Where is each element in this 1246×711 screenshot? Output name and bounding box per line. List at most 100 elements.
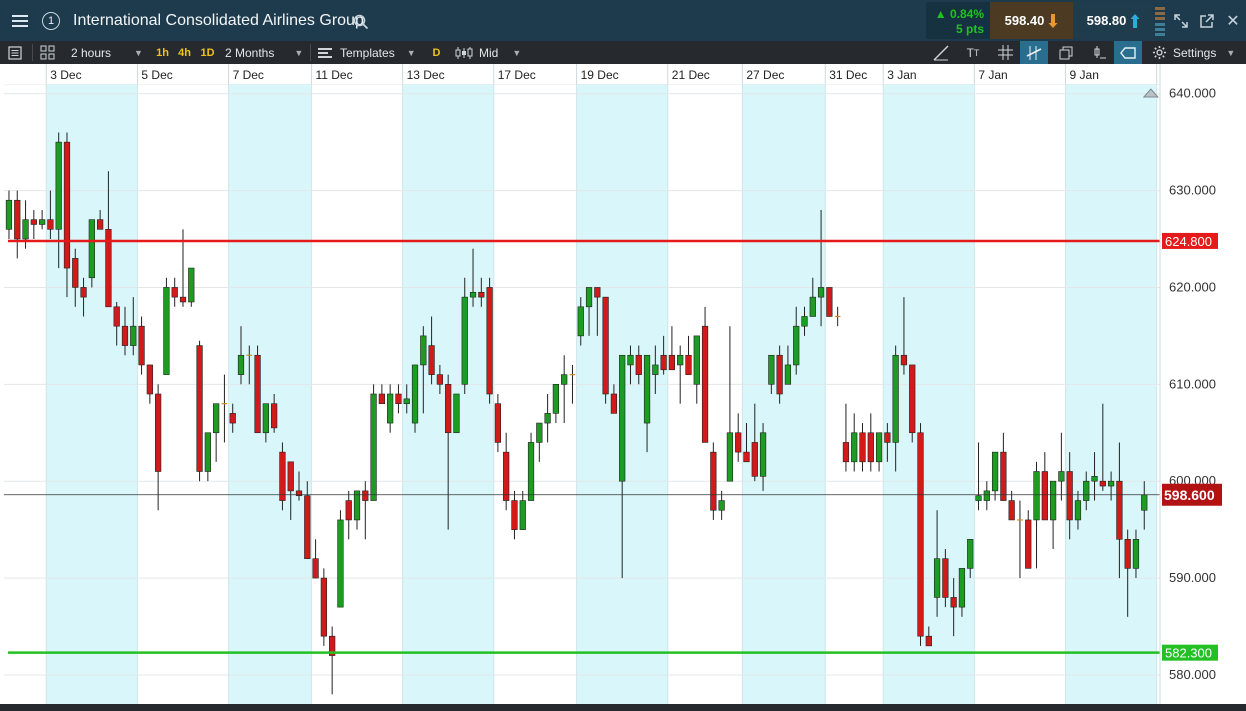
candle-body <box>345 500 352 521</box>
candle-body <box>875 432 883 463</box>
drawing-tool-icon[interactable] <box>1020 41 1048 64</box>
candle-body <box>900 354 908 366</box>
candle-body <box>97 219 104 230</box>
candle-body <box>867 432 874 463</box>
layers-icon[interactable] <box>1055 41 1077 64</box>
candle-body <box>88 219 95 279</box>
toolbar-divider <box>32 44 33 61</box>
candle-body <box>146 364 153 395</box>
candle-body <box>677 354 684 366</box>
candle-body <box>701 325 709 443</box>
candle-body <box>121 325 129 346</box>
candle-body <box>735 432 742 453</box>
candle-body <box>884 432 891 443</box>
market-depth-icon[interactable] <box>1153 0 1167 41</box>
list-view-icon[interactable] <box>8 41 22 64</box>
buy-price-button[interactable]: 598.80 <box>1074 2 1153 39</box>
candle-body <box>817 287 825 298</box>
candle-body <box>942 558 949 598</box>
candle-body <box>1083 480 1090 501</box>
layout-grid-icon[interactable] <box>40 41 55 64</box>
price-alert-tag-icon[interactable] <box>1114 41 1142 64</box>
sell-price-button[interactable]: 598.40 <box>990 2 1073 39</box>
sell-arrow-icon <box>1048 13 1058 28</box>
crosshair-grid-icon[interactable] <box>994 41 1016 64</box>
x-axis: 3 Dec 5 Dec 7 Dec 11 Dec 13 Dec 17 Dec 19 Dec 2… <box>0 64 1246 84</box>
candle-body <box>1091 476 1098 482</box>
price-type-dropdown[interactable]: Mid ▼ <box>455 41 521 64</box>
candle-body <box>237 354 245 375</box>
candle-body <box>511 500 518 530</box>
interval-1h-button[interactable]: 1h <box>153 43 172 62</box>
candle-body <box>1049 480 1057 521</box>
link-group-badge[interactable]: 1 <box>40 0 62 41</box>
x-axis-background <box>0 64 1246 84</box>
range-dropdown[interactable]: 2 Months ▼ <box>225 41 303 64</box>
candle-body <box>552 384 560 414</box>
candle-body <box>892 354 899 443</box>
candle-body <box>47 219 54 230</box>
candle-body <box>859 432 866 463</box>
candle-body <box>55 141 62 230</box>
candle-body <box>395 393 402 404</box>
candle-body <box>519 500 526 530</box>
candle-body <box>362 490 369 501</box>
candle-body <box>1124 539 1131 569</box>
chevron-down-icon: ▼ <box>134 47 143 58</box>
expand-icon[interactable] <box>1170 0 1192 41</box>
change-points: 5 pts <box>955 22 984 36</box>
candle-body <box>312 558 319 579</box>
candle-body <box>1132 539 1140 569</box>
candle-body <box>213 403 220 434</box>
sell-price: 598.40 <box>1004 13 1045 28</box>
candle-body <box>378 393 385 404</box>
y-tick-label: 640.000 <box>1169 86 1216 101</box>
y-tick-label: 630.000 <box>1169 183 1216 198</box>
candle-body <box>287 461 294 492</box>
buy-arrow-icon <box>1130 13 1140 28</box>
x-tick-label: 3 Dec <box>50 68 81 82</box>
candle-body <box>5 199 13 230</box>
candle-body <box>204 432 211 472</box>
support-price-label: 582.300 <box>1165 646 1212 661</box>
candle-body <box>320 577 327 637</box>
candle-body <box>726 432 734 482</box>
indicator-tool-icon[interactable] <box>1088 41 1110 64</box>
candle-body <box>461 296 468 385</box>
interval-label: 2 hours <box>71 45 112 60</box>
text-tool-icon[interactable]: TT <box>962 41 984 64</box>
instrument-title: International Consolidated Airlines Grou… <box>73 12 364 29</box>
candle-body <box>494 403 502 443</box>
candle-body <box>14 199 21 240</box>
candle-body <box>991 451 999 492</box>
chevron-down-icon: ▼ <box>294 47 304 58</box>
candle-body <box>155 393 162 472</box>
candle-body <box>304 495 311 559</box>
candle-body <box>370 393 377 501</box>
settings-button[interactable]: Settings ▼ <box>1152 41 1235 64</box>
candle-body <box>751 442 758 477</box>
interval-4h-button[interactable]: 4h <box>175 43 194 62</box>
candle-body <box>759 432 767 477</box>
candle-body <box>776 354 783 395</box>
candle-body <box>917 432 924 637</box>
candle-body <box>743 451 750 463</box>
x-tick-label: 7 Dec <box>233 68 264 82</box>
x-tick-label: 13 Dec <box>407 68 445 82</box>
candle-body <box>1066 471 1073 521</box>
templates-dropdown[interactable]: Templates ▼ <box>318 41 416 64</box>
chevron-down-icon: ▼ <box>406 47 416 58</box>
interval-1d-button[interactable]: 1D <box>198 43 217 62</box>
popout-icon[interactable] <box>1196 0 1218 41</box>
price-chart[interactable]: 3 Dec 5 Dec 7 Dec 11 Dec 13 Dec 17 Dec 19 Dec 2… <box>0 64 1246 711</box>
hamburger-menu-icon[interactable] <box>4 0 36 41</box>
x-tick-label: 11 Dec <box>315 68 352 82</box>
close-icon[interactable]: ✕ <box>1222 0 1244 41</box>
d-button[interactable]: D <box>427 43 446 62</box>
trendline-tool-icon[interactable] <box>930 41 952 64</box>
search-icon[interactable] <box>353 14 369 30</box>
candle-body <box>1058 471 1065 482</box>
candle-body <box>527 442 535 501</box>
interval-dropdown[interactable]: 2 hours ▼ <box>71 41 143 64</box>
candle-body <box>1107 480 1115 487</box>
